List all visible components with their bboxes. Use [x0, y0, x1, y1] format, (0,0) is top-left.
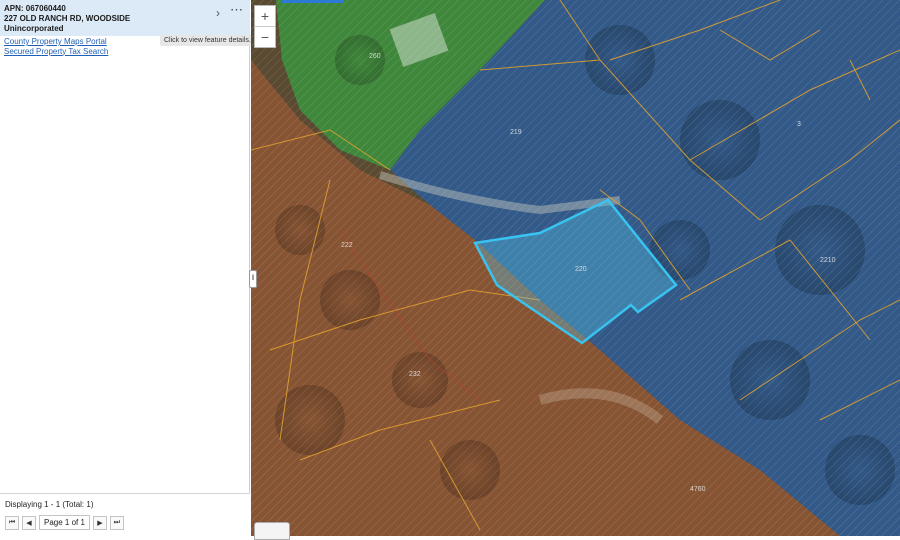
zoom-controls: + −: [254, 5, 276, 48]
results-count: Displaying 1 - 1 (Total: 1): [5, 500, 94, 509]
parcel-label: 2210: [820, 257, 836, 264]
parcel-label: 232: [409, 371, 421, 378]
page-indicator: Page 1 of 1: [39, 515, 90, 530]
parcel-label: 219: [510, 129, 522, 136]
feature-panel: APN: 067060440 227 OLD RANCH RD, WOODSID…: [0, 0, 255, 537]
map-view[interactable]: 260 219 222 220 232 2210 4760 3: [251, 0, 900, 536]
pager: ⏮ ◀ Page 1 of 1 ▶ ⏭: [5, 515, 124, 530]
parcel-label: 222: [341, 242, 353, 249]
results-footer: Displaying 1 - 1 (Total: 1) ⏮ ◀ Page 1 o…: [0, 493, 250, 537]
chevron-right-icon[interactable]: ›: [216, 6, 220, 20]
prev-page-icon[interactable]: ◀: [22, 515, 36, 530]
feature-links: County Property Maps Portal Secured Prop…: [4, 37, 108, 56]
address-label: 227 OLD RANCH RD, WOODSIDE: [4, 14, 131, 23]
parcel-label: 220: [575, 266, 587, 273]
zoom-in-button[interactable]: +: [255, 6, 275, 26]
more-options-icon[interactable]: ⋯: [230, 2, 244, 18]
parcel-label: 260: [369, 53, 381, 60]
next-page-icon[interactable]: ▶: [92, 515, 107, 530]
last-page-icon[interactable]: ⏭: [109, 515, 124, 530]
feature-tooltip: Click to view feature details.: [160, 35, 255, 46]
aerial-map[interactable]: 260 219 222 220 232 2210 4760 3: [251, 0, 900, 536]
county-maps-link[interactable]: County Property Maps Portal: [4, 37, 108, 47]
basemap-toggle-button[interactable]: [254, 522, 290, 540]
parcel-label: 4760: [690, 486, 706, 493]
apn-label: APN: 067060440: [4, 4, 66, 13]
active-tab-indicator: [282, 0, 344, 3]
first-page-icon[interactable]: ⏮: [5, 515, 19, 530]
parcel-label: 3: [797, 121, 801, 128]
zoom-out-button[interactable]: −: [255, 26, 275, 47]
feature-header[interactable]: APN: 067060440 227 OLD RANCH RD, WOODSID…: [0, 0, 250, 36]
tax-search-link[interactable]: Secured Property Tax Search: [4, 47, 108, 57]
jurisdiction-label: Unincorporated: [4, 24, 64, 33]
panel-resize-handle[interactable]: ‖: [249, 270, 257, 288]
